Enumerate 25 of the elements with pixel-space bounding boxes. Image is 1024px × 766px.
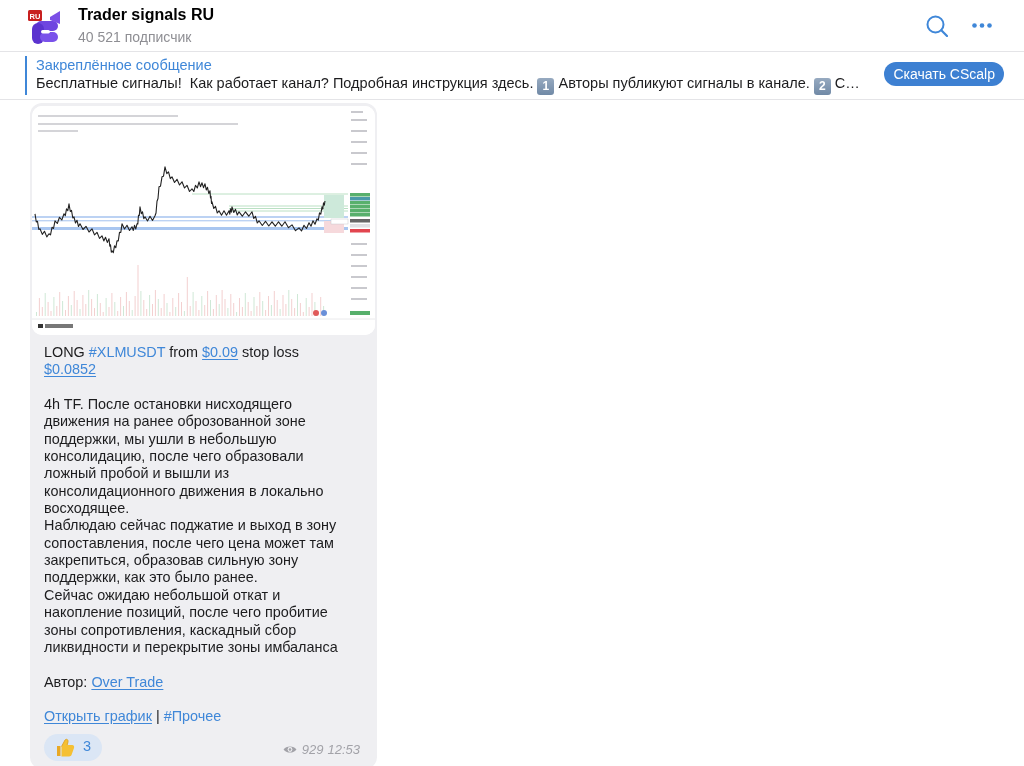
price-link[interactable]: $0.09 xyxy=(202,344,239,360)
message-paragraph: Сейчас ожидаю небольшой откат и накопление позиций, после чего пробитие зоны сопротивления, каскадный сбор ликвидности и перекрытие зоны имбаланса xyxy=(44,586,339,657)
thumbs-up-icon xyxy=(54,737,75,758)
message-paragraph: 4h TF. После остановки нисходящего движения на ранее оброзованной зоне поддержки, мы ушли в небольшую консолидацию, после чего образовали ложный пробой и вышли из консолидационного движения в локально восходящее. xyxy=(44,396,325,518)
price-link[interactable]: $0.0852 xyxy=(44,361,97,378)
pinned-message-text: Бесплатные сигналы! Как работает канал? Подробная инструкция здесь. 1 Авторы публикуют сигналы в канале. 2 С… xyxy=(36,74,861,95)
message-headline: LONG #XLMUSDT from $0.09 stop loss $0.0852 xyxy=(44,344,300,379)
author-link[interactable]: Over Trade xyxy=(91,673,164,690)
pinned-label: Закреплённое сообщение xyxy=(36,56,213,74)
more-icon xyxy=(972,23,992,28)
message-links: Открыть график | #Прочее xyxy=(44,708,223,726)
search-button[interactable] xyxy=(926,14,948,37)
hashtag-link[interactable]: #XLMUSDT xyxy=(88,344,166,360)
author-line: Автор: Over Trade xyxy=(44,673,165,691)
message-time: 12:53 xyxy=(327,741,360,757)
search-icon xyxy=(926,14,948,37)
reaction-button[interactable]: 3 xyxy=(44,733,103,761)
more-button[interactable] xyxy=(972,23,992,28)
view-count: 929 xyxy=(301,741,324,757)
message-paragraph: Наблюдаю сейчас поджатие и выход в зону сопоставления, после чего цена может там закрепиться, образовав сильную зону поддержки, как это было ранее. xyxy=(44,517,338,587)
chart-link[interactable]: Открыть график xyxy=(44,708,152,725)
download-button[interactable]: Скачать CScalp xyxy=(884,61,1004,86)
hashtag-link[interactable]: #Прочее xyxy=(163,708,222,725)
subscriber-count: 40 521 подписчик xyxy=(78,28,193,46)
channel-title: Trader signals RU xyxy=(78,5,215,24)
